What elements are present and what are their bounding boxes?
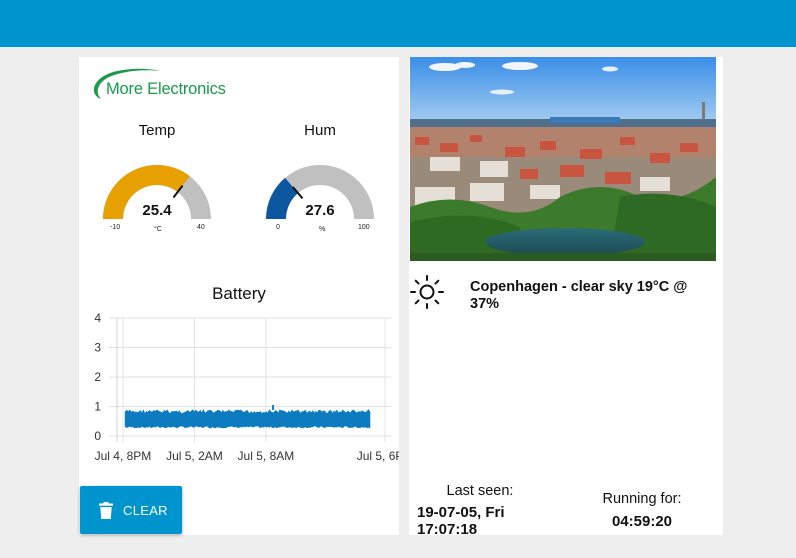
x-tick-label: Jul 5, 8AM (238, 449, 295, 463)
x-tick-label: Jul 5, 6PM (357, 449, 399, 463)
battery-chart: 0 1 2 3 4 Jul 4, 8PM Jul 5, 2AM Jul 5, 8AM Jul 5… (94, 311, 399, 463)
last-seen-label: Last seen: (446, 483, 514, 499)
y-tick-label: 1 (94, 400, 101, 414)
y-tick-label: 4 (94, 311, 101, 325)
temp-gauge-value: 25.4 (142, 202, 172, 219)
temp-gauge-unit: °C (154, 226, 162, 233)
hum-gauge-min: 0 (276, 224, 280, 231)
top-app-bar (0, 0, 796, 47)
temp-gauge-max: 40 (197, 224, 205, 231)
hum-gauge-max: 100 (358, 224, 370, 231)
battery-series-band (124, 408, 371, 429)
y-tick-label: 3 (94, 341, 101, 355)
clear-button-label: CLEAR (123, 503, 168, 518)
hum-gauge: Hum 27.6 0 % 100 (256, 114, 384, 234)
sensor-panel: More Electronics Temp 25.4 -10 °C 40 Hum… (79, 57, 399, 535)
temp-gauge: Temp 25.4 -10 °C 40 (93, 114, 221, 234)
weather-panel: Copenhagen - clear sky 19°C @ 37% Last s… (409, 57, 723, 538)
more-electronics-logo: More Electronics (87, 65, 237, 101)
temp-gauge-min: -10 (110, 224, 121, 231)
x-tick-label: Jul 5, 2AM (166, 449, 223, 463)
trash-icon (99, 502, 113, 519)
hum-gauge-value: 27.6 (305, 202, 335, 219)
battery-chart-title: Battery (212, 284, 266, 303)
city-photo (410, 57, 716, 261)
y-tick-label: 2 (94, 370, 101, 384)
hum-gauge-unit: % (319, 226, 326, 233)
last-seen-value: 19-07-05, Fri 17:07:18 (417, 504, 505, 538)
sun-icon (410, 275, 444, 309)
logo-text: More Electronics (106, 80, 226, 98)
x-tick-label: Jul 4, 8PM (95, 449, 152, 463)
clear-button[interactable]: CLEAR (80, 486, 182, 534)
weather-description: Copenhagen - clear sky 19°C @ 37% (470, 279, 688, 312)
running-for-label: Running for: (602, 491, 682, 507)
y-tick-label: 0 (94, 429, 101, 443)
running-for-value: 04:59:20 (611, 513, 673, 530)
